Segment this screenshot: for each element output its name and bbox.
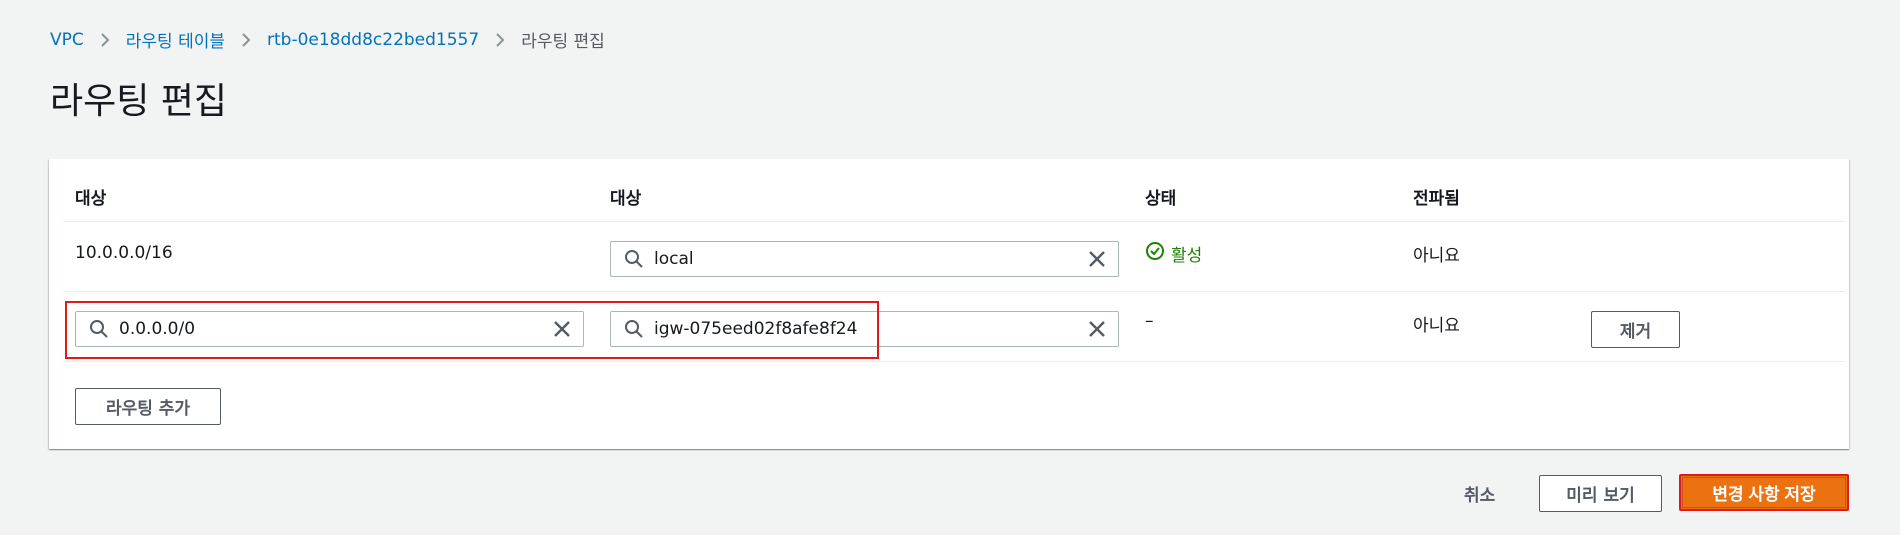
target-value: local: [654, 249, 694, 269]
column-header-status: 상태: [1145, 189, 1177, 209]
column-header-destination: 대상: [75, 189, 107, 209]
clear-icon[interactable]: [1086, 248, 1108, 270]
status-text: –: [1145, 311, 1154, 331]
route-destination-text: 10.0.0.0/16: [75, 243, 173, 263]
propagated-text: 아니요: [1413, 316, 1460, 336]
cancel-button[interactable]: 취소: [1464, 481, 1495, 506]
preview-button[interactable]: 미리 보기: [1539, 475, 1662, 512]
row-divider: [63, 291, 1845, 292]
target-search-input[interactable]: local: [610, 241, 1119, 277]
column-header-propagated: 전파됨: [1413, 189, 1460, 209]
add-route-button[interactable]: 라우팅 추가: [75, 388, 221, 425]
status-success-icon: [1145, 241, 1165, 266]
breadcrumb: VPC 라우팅 테이블 rtb-0e18dd8c22bed1557 라우팅 편집: [50, 27, 605, 53]
status-text: 활성: [1171, 246, 1203, 266]
column-header-target: 대상: [610, 189, 642, 209]
breadcrumb-route-table-id-link[interactable]: rtb-0e18dd8c22bed1557: [267, 30, 479, 50]
row-divider: [63, 361, 1845, 362]
chevron-right-icon: [495, 32, 505, 48]
breadcrumb-vpc-link[interactable]: VPC: [50, 30, 84, 50]
save-changes-button[interactable]: 변경 사항 저장: [1679, 474, 1849, 511]
status-badge: 활성: [1145, 241, 1202, 266]
search-icon: [624, 249, 644, 269]
remove-button[interactable]: 제거: [1591, 311, 1680, 348]
propagated-text: 아니요: [1413, 246, 1460, 266]
header-divider: [63, 221, 1845, 222]
routes-panel: 대상 대상 상태 전파됨 10.0.0.0/16 local 활성 아니요 0.…: [49, 159, 1849, 449]
breadcrumb-current: 라우팅 편집: [521, 32, 605, 52]
highlight-box: [65, 301, 879, 359]
breadcrumb-route-tables-link[interactable]: 라우팅 테이블: [126, 27, 225, 52]
page-title: 라우팅 편집: [50, 81, 228, 122]
chevron-right-icon: [241, 32, 251, 48]
chevron-right-icon: [100, 32, 110, 48]
clear-icon[interactable]: [1086, 318, 1108, 340]
